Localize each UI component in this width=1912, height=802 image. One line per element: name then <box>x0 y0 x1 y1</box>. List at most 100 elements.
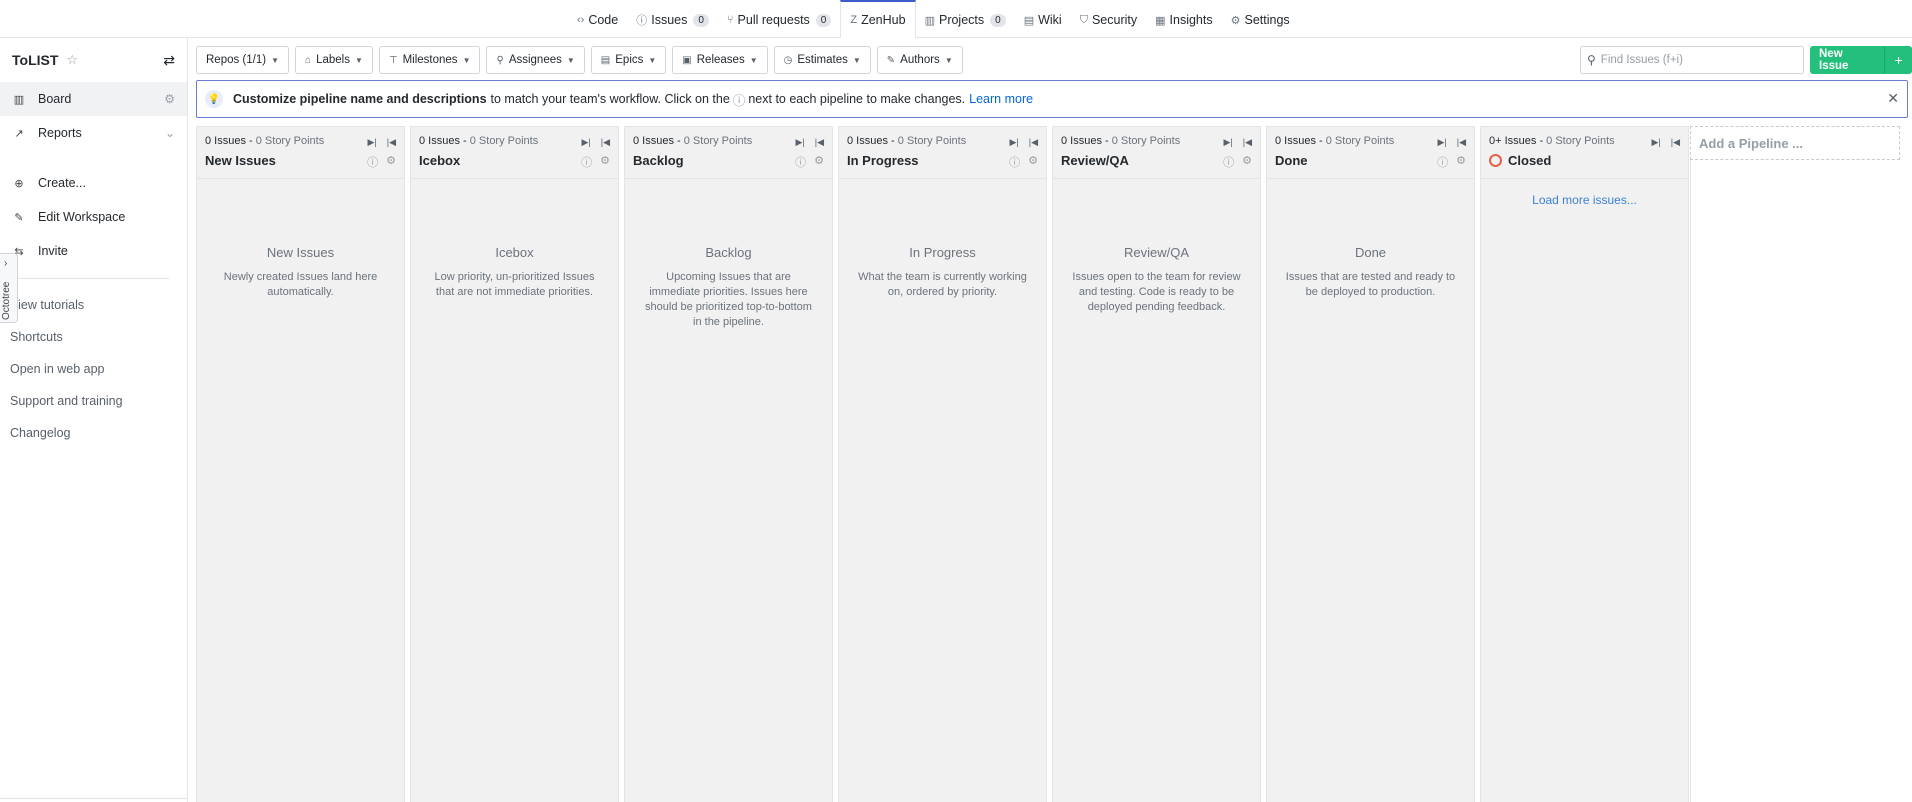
new-issue-plus-button[interactable]: + <box>1884 46 1912 74</box>
collapse-icon[interactable]: |◀ <box>1029 137 1038 148</box>
filter-icon: ⚲ <box>496 54 504 66</box>
close-icon[interactable]: ✕ <box>1887 90 1899 107</box>
tab-code[interactable]: ‹› Code <box>568 0 627 38</box>
pipeline-name: In Progress <box>847 153 919 168</box>
tab-insights[interactable]: ▦ Insights <box>1146 0 1222 38</box>
filter-icon: ◷ <box>783 54 793 66</box>
collapse-icon[interactable]: |◀ <box>1243 137 1252 148</box>
sidebar: ToLIST ☆ ⇄ ▥ Board ⚙ ↗ Reports ⌄ ⊕ Create...… <box>0 38 188 802</box>
tab-label: Security <box>1091 13 1138 27</box>
tab-label: Projects <box>938 13 985 27</box>
gear-icon[interactable]: ⚙ <box>1456 154 1466 170</box>
gear-icon[interactable]: ⚙ <box>1028 154 1038 170</box>
tab-label: Settings <box>1244 13 1290 27</box>
new-issue-button[interactable]: New Issue <box>1810 46 1885 74</box>
filter-estimates-button[interactable]: ◷ Estimates ▼ <box>773 46 871 74</box>
filter-authors-button[interactable]: ✎ Authors ▼ <box>876 46 963 74</box>
chevron-down-icon: ▼ <box>354 55 363 65</box>
collapse-icon[interactable]: |◀ <box>1457 137 1466 148</box>
sidebar-link-support-and-training[interactable]: Support and training <box>0 385 187 417</box>
info-icon[interactable]: ⓘ <box>1437 154 1448 170</box>
filter-milestones-button[interactable]: ⊤ Milestones ▼ <box>378 46 481 74</box>
empty-description: Low priority, un-prioritized Issues that… <box>434 271 595 298</box>
add-pipeline-button[interactable]: Add a Pipeline ... <box>1690 126 1900 160</box>
pipeline-name: Icebox <box>419 153 461 168</box>
search-icon: ⚲ <box>1587 53 1596 67</box>
chevron-down-icon: ▼ <box>566 55 575 65</box>
pipeline-review-qa: 0 Issues - 0 Story Points Review/QA ▶| |◀… <box>1052 126 1261 802</box>
load-more-link[interactable]: Load more issues... <box>1481 193 1688 207</box>
filter-releases-button[interactable]: ▣ Releases ▼ <box>672 46 768 74</box>
info-icon[interactable]: ⓘ <box>1009 154 1020 170</box>
expand-icon[interactable]: ▶| <box>1437 137 1446 148</box>
star-icon[interactable]: ☆ <box>66 52 78 68</box>
pipeline-header: 0 Issues - 0 Story Points In Progress ▶|… <box>839 127 1046 179</box>
expand-icon[interactable]: ▶| <box>1009 137 1018 148</box>
expand-icon[interactable]: ▶| <box>795 137 804 148</box>
chevron-right-icon: › <box>4 258 8 269</box>
info-icon[interactable]: ⓘ <box>581 154 592 170</box>
pipeline-header: 0+ Issues - 0 Story Points Closed ▶| |◀ <box>1481 127 1688 179</box>
empty-description: Upcoming Issues that are immediate prior… <box>645 271 812 328</box>
story-points: 0 Story Points <box>469 135 539 147</box>
collapse-icon[interactable]: |◀ <box>387 137 396 148</box>
gear-icon[interactable]: ⚙ <box>814 154 824 170</box>
info-icon[interactable]: ⓘ <box>1223 154 1234 170</box>
filter-epics-button[interactable]: ▤ Epics ▼ <box>590 46 667 74</box>
gear-icon[interactable]: ⚙ <box>600 154 610 170</box>
tab-pull-requests[interactable]: ⑂ Pull requests 0 <box>718 0 840 38</box>
collapse-icon[interactable]: |◀ <box>601 137 610 148</box>
chevron-down-icon: ▼ <box>648 55 657 65</box>
tab-settings[interactable]: ⚙ Settings <box>1222 0 1299 38</box>
tab-count-badge: 0 <box>693 13 709 27</box>
pipeline-backlog: 0 Issues - 0 Story Points Backlog ▶| |◀ ⓘ… <box>624 126 833 802</box>
gear-icon[interactable]: ⚙ <box>386 154 396 170</box>
pipeline-empty-state: Icebox Low priority, un-prioritized Issu… <box>411 245 618 300</box>
filter-labels-button[interactable]: ⌂ Labels ▼ <box>295 46 373 74</box>
issue-icon: ⓘ <box>636 15 648 27</box>
info-icon[interactable]: ⓘ <box>367 154 378 170</box>
pipeline-in-progress: 0 Issues - 0 Story Points In Progress ▶|… <box>838 126 1047 802</box>
filter-icon: ▤ <box>600 54 611 66</box>
tab-projects[interactable]: ▥ Projects 0 <box>916 0 1015 38</box>
sidebar-link-changelog[interactable]: Changelog <box>0 417 187 449</box>
collapse-icon[interactable]: |◀ <box>1671 137 1680 148</box>
pull-request-icon: ⑂ <box>726 14 734 26</box>
sidebar-link-shortcuts[interactable]: Shortcuts <box>0 321 187 353</box>
workspace-title[interactable]: ToLIST <box>12 52 58 68</box>
gear-icon[interactable]: ⚙ <box>164 92 175 106</box>
switch-workspace-icon[interactable]: ⇄ <box>163 52 175 69</box>
search-input[interactable] <box>1600 54 1791 66</box>
sidebar-item-reports[interactable]: ↗ Reports ⌄ <box>0 116 187 150</box>
tab-wiki[interactable]: ▤ Wiki <box>1015 0 1071 38</box>
tab-count-badge: 0 <box>990 13 1006 27</box>
issue-count: 0 Issues <box>1275 135 1316 147</box>
sidebar-item-edit-workspace[interactable]: ✎ Edit Workspace <box>0 200 187 234</box>
gear-icon[interactable]: ⚙ <box>1242 154 1252 170</box>
sidebar-link-view-tutorials[interactable]: View tutorials <box>0 289 187 321</box>
sidebar-link-open-in-web-app[interactable]: Open in web app <box>0 353 187 385</box>
tab-zenhub[interactable]: Z ZenHub <box>840 0 916 38</box>
expand-icon[interactable]: ▶| <box>367 137 376 148</box>
octotree-toggle[interactable]: › Octotree <box>0 253 18 323</box>
info-icon[interactable]: ⓘ <box>795 154 806 170</box>
expand-icon[interactable]: ▶| <box>1223 137 1232 148</box>
filter-repos-button[interactable]: Repos (1/1) ▼ <box>196 46 290 74</box>
chevron-down-icon[interactable]: ⌄ <box>165 126 175 140</box>
create-icon: ⊕ <box>14 177 24 190</box>
tab-issues[interactable]: ⓘ Issues 0 <box>627 0 718 38</box>
filter-assignees-button[interactable]: ⚲ Assignees ▼ <box>486 46 585 74</box>
sidebar-item-label: Edit Workspace <box>38 210 126 224</box>
sidebar-item-invite[interactable]: ⇆ Invite <box>0 234 187 268</box>
empty-description: Issues that are tested and ready to be d… <box>1285 271 1456 298</box>
tab-security[interactable]: ⛉ Security <box>1071 0 1146 38</box>
repo-tabs: ‹› Code ⓘ Issues 0 ⑂ Pull requests 0 Z ZenHub… <box>568 0 1299 38</box>
info-icon: ⓘ <box>732 93 746 108</box>
expand-icon[interactable]: ▶| <box>581 137 590 148</box>
sidebar-item-create[interactable]: ⊕ Create... <box>0 166 187 200</box>
empty-title: In Progress <box>909 245 976 260</box>
sidebar-item-board[interactable]: ▥ Board ⚙ <box>0 82 187 116</box>
learn-more-link[interactable]: Learn more <box>969 92 1033 106</box>
collapse-icon[interactable]: |◀ <box>815 137 824 148</box>
expand-icon[interactable]: ▶| <box>1651 137 1660 148</box>
